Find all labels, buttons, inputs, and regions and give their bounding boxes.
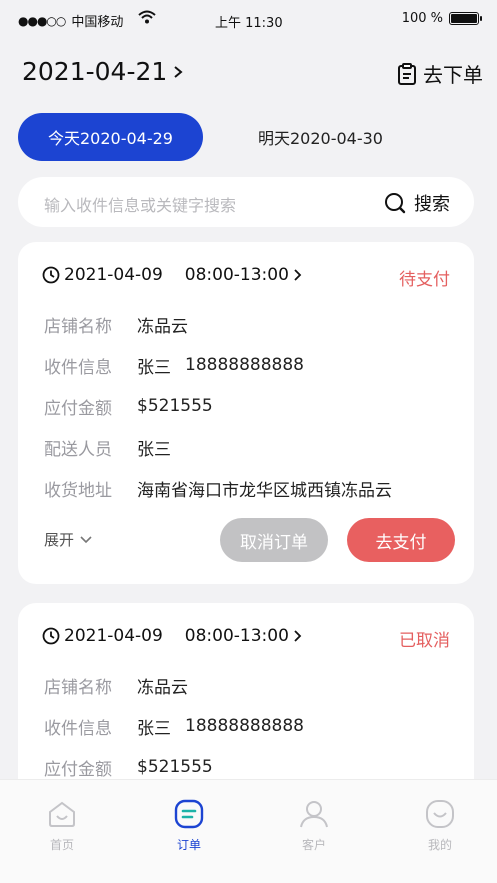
amount-value: $521555 <box>137 396 213 416</box>
amount-row: 应付金额 $521555 <box>44 393 454 419</box>
order-card[interactable]: 2021-04-09 08:00-13:00 已取消 店铺名称 冻品云 收件信息… <box>18 603 474 803</box>
profile-icon <box>426 800 454 828</box>
receiver-row: 收件信息 张三 18888888888 <box>44 713 454 739</box>
shop-value: 冻品云 <box>137 316 188 337</box>
battery-percent: 100 % <box>401 11 443 26</box>
header: 2021-04-21 去下单 <box>22 55 483 95</box>
amount-label: 应付金额 <box>44 759 112 780</box>
courier-label: 配送人员 <box>44 439 112 460</box>
expand-toggle[interactable]: 展开 <box>44 529 92 550</box>
receiver-row: 收件信息 张三 18888888888 <box>44 352 454 378</box>
wifi-icon <box>138 10 156 24</box>
delivery-time[interactable]: 2021-04-09 08:00-13:00 <box>42 265 303 285</box>
amount-value: $521555 <box>137 757 213 777</box>
address-value: 海南省海口市龙华区城西镇冻品云 <box>137 480 392 501</box>
receiver-name: 张三 <box>137 718 171 739</box>
clock-icon <box>42 266 60 284</box>
cancel-order-button[interactable]: 取消订单 <box>220 518 328 562</box>
receiver-phone: 18888888888 <box>185 716 304 736</box>
receiver-phone: 18888888888 <box>185 355 304 375</box>
receiver-name: 张三 <box>137 357 171 378</box>
day-tabs: 今天2020-04-29 明天2020-04-30 <box>18 113 479 161</box>
chevron-right-icon <box>294 630 302 642</box>
amount-row: 应付金额 $521555 <box>44 754 454 780</box>
place-order-button[interactable]: 去下单 <box>397 59 483 88</box>
date-picker[interactable]: 2021-04-21 <box>22 57 183 86</box>
search-button[interactable]: 搜索 <box>384 190 450 216</box>
search-button-label: 搜索 <box>414 194 450 215</box>
pay-button[interactable]: 去支付 <box>347 518 455 562</box>
tab-orders[interactable]: 订单 <box>149 798 229 853</box>
tab-customers[interactable]: 客户 <box>274 798 354 853</box>
search-bar: 输入收件信息或关键字搜索 搜索 <box>18 177 474 227</box>
search-icon <box>385 193 406 214</box>
order-card-header: 2021-04-09 08:00-13:00 已取消 <box>42 626 450 651</box>
shop-row: 店铺名称 冻品云 <box>44 311 454 337</box>
clock: 上午 11:30 <box>215 16 283 31</box>
order-status: 待支付 <box>399 270 450 290</box>
battery-icon <box>449 12 482 25</box>
date-title: 2021-04-21 <box>22 57 168 86</box>
tab-today[interactable]: 今天2020-04-29 <box>18 113 203 161</box>
tab-tomorrow[interactable]: 明天2020-04-30 <box>228 113 413 161</box>
orders-icon <box>174 799 204 829</box>
delivery-time-range: 08:00-13:00 <box>184 265 289 285</box>
amount-label: 应付金额 <box>44 398 112 419</box>
tab-orders-label: 订单 <box>176 838 201 852</box>
status-bar: ●●●○○ 中国移动 上午 11:30 100 % <box>0 0 497 40</box>
clock-icon <box>42 627 60 645</box>
shop-row: 店铺名称 冻品云 <box>44 672 454 698</box>
order-card-header: 2021-04-09 08:00-13:00 待支付 <box>42 265 450 290</box>
carrier-info: ●●●○○ 中国移动 <box>18 11 124 31</box>
chevron-right-icon <box>294 269 302 281</box>
tab-home[interactable]: 首页 <box>22 798 102 853</box>
search-input[interactable]: 输入收件信息或关键字搜索 <box>44 192 236 216</box>
courier-value: 张三 <box>137 439 171 460</box>
shop-value: 冻品云 <box>137 677 188 698</box>
carrier-name: 中国移动 <box>71 15 124 30</box>
chevron-down-icon <box>80 535 92 543</box>
shop-label: 店铺名称 <box>44 677 112 698</box>
clipboard-icon <box>398 62 416 85</box>
tab-mine-label: 我的 <box>427 838 452 852</box>
chevron-right-icon <box>174 65 183 78</box>
tab-customers-label: 客户 <box>301 838 326 852</box>
delivery-time-range: 08:00-13:00 <box>184 626 289 646</box>
signal-icon: ●●●○○ <box>18 13 66 28</box>
delivery-date: 2021-04-09 <box>64 626 163 646</box>
place-order-label: 去下单 <box>423 63 483 87</box>
address-row: 收货地址 海南省海口市龙华区城西镇冻品云 <box>44 475 454 501</box>
receiver-label: 收件信息 <box>44 357 112 378</box>
delivery-time[interactable]: 2021-04-09 08:00-13:00 <box>42 626 303 646</box>
order-card[interactable]: 2021-04-09 08:00-13:00 待支付 店铺名称 冻品云 收件信息… <box>18 242 474 584</box>
courier-row: 配送人员 张三 <box>44 434 454 460</box>
order-status: 已取消 <box>399 631 450 651</box>
tab-home-label: 首页 <box>49 838 74 852</box>
home-icon <box>49 801 75 827</box>
expand-label: 展开 <box>44 531 75 549</box>
bottom-tab-bar: 首页 订单 客户 我的 <box>0 779 497 883</box>
battery-status: 100 % <box>401 11 482 26</box>
delivery-date: 2021-04-09 <box>64 265 163 285</box>
tab-mine[interactable]: 我的 <box>400 798 480 853</box>
user-icon <box>300 801 328 828</box>
address-label: 收货地址 <box>44 480 112 501</box>
shop-label: 店铺名称 <box>44 316 112 337</box>
receiver-label: 收件信息 <box>44 718 112 739</box>
